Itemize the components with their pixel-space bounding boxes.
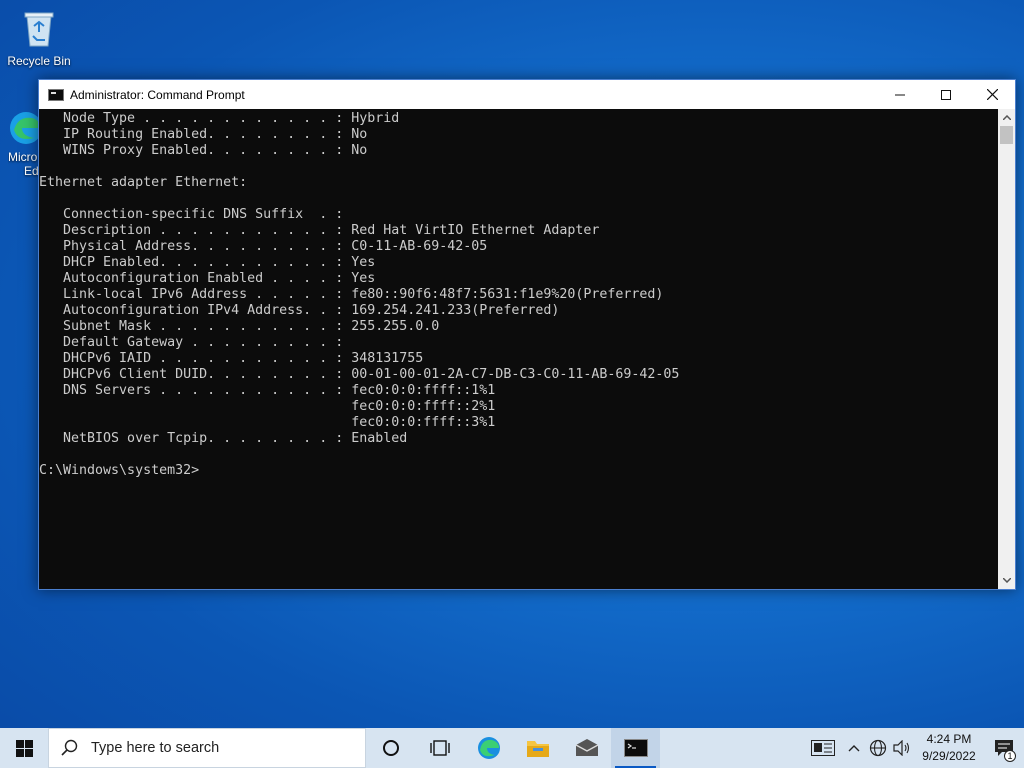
console-line: WINS Proxy Enabled. . . . . . . . : No [39, 143, 368, 158]
mail-button[interactable] [562, 728, 611, 768]
recycle-bin-label: Recycle Bin [7, 54, 71, 68]
console-line: fec0:0:0:ffff::2%1 [39, 399, 496, 414]
console-line: DHCPv6 Client DUID. . . . . . . . : 00-0… [39, 367, 680, 382]
show-hidden-icons-button[interactable] [842, 728, 866, 768]
news-icon [811, 740, 835, 756]
console-line: C:\Windows\system32> [39, 463, 200, 478]
title-bar[interactable]: Administrator: Command Prompt [39, 80, 1015, 109]
action-center-button[interactable]: 1 [984, 728, 1024, 768]
maximize-icon [941, 89, 951, 100]
cmd-icon [623, 739, 648, 757]
console-line: Autoconfiguration IPv4 Address. . : 169.… [39, 303, 560, 318]
speaker-icon [893, 740, 910, 756]
command-prompt-window[interactable]: Administrator: Command Prompt Node Type … [38, 79, 1016, 590]
search-icon [61, 739, 78, 756]
globe-icon [869, 739, 887, 757]
taskbar: Type here to search 4:24 PM 9/29/2022 1 [0, 728, 1024, 768]
edge-icon [477, 737, 500, 759]
scroll-down-button[interactable] [998, 572, 1015, 589]
taskbar-search-box[interactable]: Type here to search [48, 728, 366, 768]
task-view-icon [429, 740, 450, 756]
chevron-up-icon [1002, 115, 1011, 120]
console-line: Default Gateway . . . . . . . . . : [39, 335, 344, 350]
cmd-app-icon [48, 88, 64, 101]
mail-icon [575, 739, 598, 756]
system-tray: 4:24 PM 9/29/2022 1 [804, 728, 1024, 768]
notification-badge: 1 [1004, 750, 1016, 762]
console-line: Node Type . . . . . . . . . . . . : Hybr… [39, 111, 400, 126]
console-line: NetBIOS over Tcpip. . . . . . . . : Enab… [39, 431, 408, 446]
window-title: Administrator: Command Prompt [70, 87, 245, 102]
console-line: Description . . . . . . . . . . . : Red … [39, 223, 600, 238]
clock[interactable]: 4:24 PM 9/29/2022 [914, 728, 984, 768]
console-line: Physical Address. . . . . . . . . : C0-1… [39, 239, 488, 254]
recycle-bin-desktop-icon[interactable]: Recycle Bin [1, 6, 77, 68]
maximize-button[interactable] [923, 80, 969, 109]
news-widget-button[interactable] [804, 728, 842, 768]
edge-taskbar-button[interactable] [464, 728, 513, 768]
clock-time: 4:24 PM [926, 732, 972, 746]
chevron-down-icon [1002, 578, 1011, 583]
chevron-up-icon [848, 745, 860, 752]
search-placeholder: Type here to search [91, 740, 220, 756]
start-button[interactable] [0, 728, 48, 768]
folder-icon [526, 741, 549, 757]
network-button[interactable] [866, 728, 890, 768]
console-line: IP Routing Enabled. . . . . . . . : No [39, 127, 368, 142]
windows-logo-icon [15, 739, 33, 757]
console-line: Ethernet adapter Ethernet: [39, 175, 248, 190]
cortana-button[interactable] [366, 728, 415, 768]
minimize-button[interactable] [877, 80, 923, 109]
volume-button[interactable] [890, 728, 914, 768]
cortana-icon [382, 740, 399, 756]
console-line: Autoconfiguration Enabled . . . . : Yes [39, 271, 376, 286]
console-line: Connection-specific DNS Suffix . : [39, 207, 344, 222]
console-line: DNS Servers . . . . . . . . . . . : fec0… [39, 383, 496, 398]
console-line: Subnet Mask . . . . . . . . . . . : 255.… [39, 319, 440, 334]
close-button[interactable] [969, 80, 1015, 109]
command-prompt-taskbar-button[interactable] [611, 728, 660, 768]
task-view-button[interactable] [415, 728, 464, 768]
recycle-bin-icon [17, 6, 61, 50]
scroll-up-button[interactable] [998, 109, 1015, 126]
console-line: DHCP Enabled. . . . . . . . . . . : Yes [39, 255, 376, 270]
scroll-thumb[interactable] [1000, 126, 1013, 144]
minimize-icon [895, 94, 905, 95]
close-icon [986, 89, 998, 100]
console-line: DHCPv6 IAID . . . . . . . . . . . : 3481… [39, 351, 424, 366]
file-explorer-button[interactable] [513, 728, 562, 768]
console-line: Link-local IPv6 Address . . . . . : fe80… [39, 287, 664, 302]
console-line: fec0:0:0:ffff::3%1 [39, 415, 496, 430]
vertical-scrollbar[interactable] [998, 109, 1015, 589]
console-output[interactable]: Node Type . . . . . . . . . . . . : Hybr… [39, 109, 999, 589]
clock-date: 9/29/2022 [922, 749, 976, 763]
